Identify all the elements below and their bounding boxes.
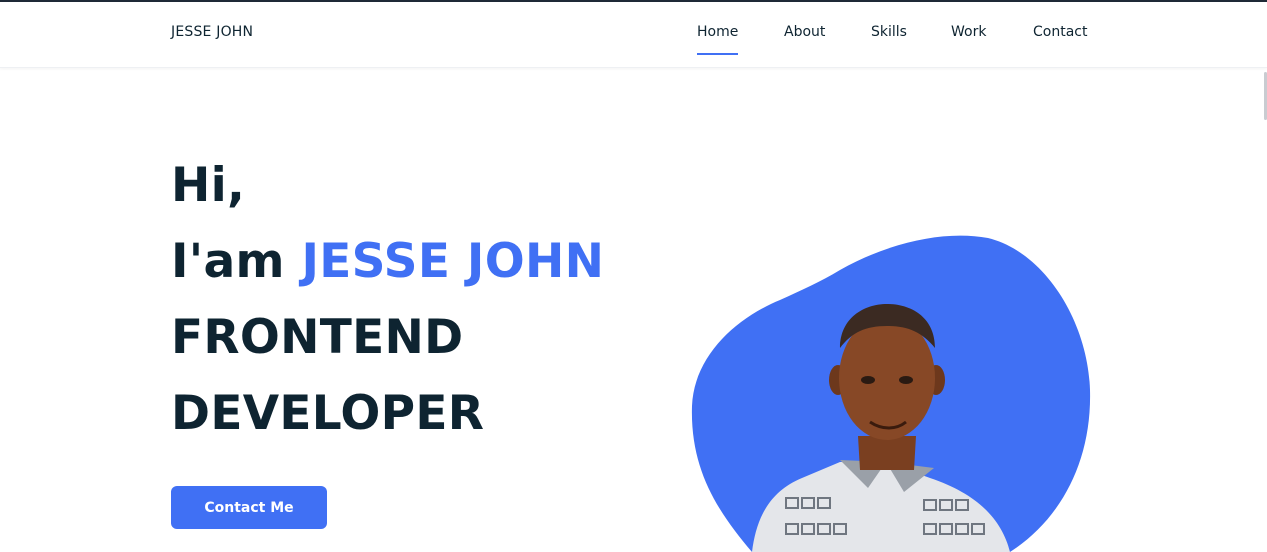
hero-image-area (690, 230, 1100, 552)
nav-work-link[interactable]: Work (951, 24, 986, 40)
nav-about-link[interactable]: About (784, 24, 825, 40)
main-nav: Home About Skills Work Contact (0, 24, 1267, 64)
hero-greeting: Hi, (171, 158, 246, 213)
hero-role-line-1: FRONTEND (171, 310, 464, 365)
profile-photo (691, 235, 1091, 552)
hero-intro: I'am JESSE JOHN (171, 224, 651, 300)
site-header: JESSE JOHN Home About Skills Work Contac… (0, 2, 1267, 68)
nav-contact-link[interactable]: Contact (1033, 24, 1087, 40)
nav-skills-link[interactable]: Skills (871, 24, 907, 40)
hero-role-line-2: DEVELOPER (171, 386, 485, 441)
hero-name: JESSE JOHN (301, 234, 605, 289)
hero-intro-prefix: I'am (171, 234, 285, 289)
contact-me-button[interactable]: Contact Me (171, 486, 327, 529)
nav-home-link[interactable]: Home (697, 24, 739, 55)
hero-heading: Hi, I'am JESSE JOHN FRONTEND DEVELOPER (171, 148, 651, 452)
